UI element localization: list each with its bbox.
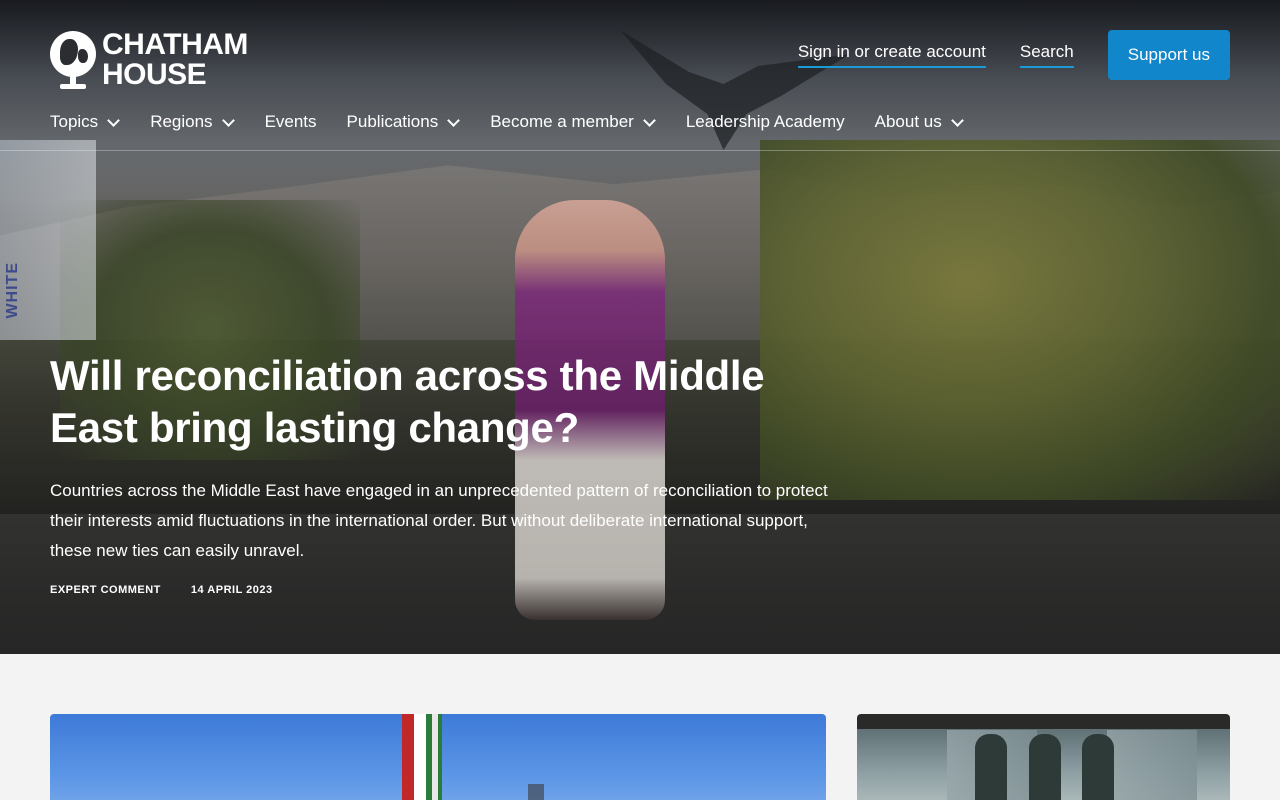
featured-card-image[interactable] bbox=[50, 714, 826, 800]
utility-nav: Sign in or create account Search Support… bbox=[797, 30, 1230, 80]
card-photo-statue bbox=[1082, 734, 1114, 800]
search-link[interactable]: Search bbox=[1019, 42, 1074, 68]
card-photo-streetlight bbox=[528, 784, 544, 800]
secondary-card-image[interactable] bbox=[857, 714, 1230, 800]
sign-in-link[interactable]: Sign in or create account bbox=[797, 42, 986, 68]
nav-item-label: Become a member bbox=[490, 112, 634, 131]
support-us-button[interactable]: Support us bbox=[1107, 30, 1230, 80]
content-type-label: EXPERT COMMENT bbox=[50, 584, 161, 596]
logo-line-2: HOUSE bbox=[102, 58, 207, 91]
publish-date: 14 APRIL 2023 bbox=[190, 584, 273, 596]
nav-item-topics[interactable]: Topics bbox=[50, 112, 120, 132]
chatham-house-logo[interactable]: CHATHAM HOUSE bbox=[50, 30, 248, 90]
nav-item-leadership-academy[interactable]: Leadership Academy bbox=[686, 112, 845, 132]
nav-item-become-a-member[interactable]: Become a member bbox=[490, 112, 656, 132]
chevron-down-icon bbox=[950, 115, 964, 129]
nav-item-label: Regions bbox=[150, 112, 213, 131]
hero-banner[interactable]: WHITE CHATHAM HOUSE Sign in or create ac… bbox=[0, 0, 1280, 654]
nav-item-label: Events bbox=[264, 112, 317, 131]
main-nav: Topics Regions Events Publications Becom… bbox=[50, 112, 964, 132]
logo-wordmark: CHATHAM HOUSE bbox=[102, 30, 248, 90]
nav-item-label: Topics bbox=[50, 112, 99, 131]
card-photo-statue bbox=[1029, 734, 1061, 800]
nav-item-label: About us bbox=[874, 112, 942, 131]
nav-item-about-us[interactable]: About us bbox=[875, 112, 964, 132]
hero-photo-trees-right bbox=[760, 140, 1280, 500]
nav-item-label: Publications bbox=[346, 112, 439, 131]
hero-summary: Countries across the Middle East have en… bbox=[50, 481, 828, 560]
nav-divider bbox=[0, 150, 1280, 151]
logo-line-1: CHATHAM bbox=[102, 28, 248, 61]
hero-meta: EXPERT COMMENT 14 APRIL 2023 bbox=[50, 584, 273, 596]
chevron-down-icon bbox=[106, 115, 120, 129]
nav-item-publications[interactable]: Publications bbox=[347, 112, 461, 132]
card-photo-statue bbox=[975, 734, 1007, 800]
nav-item-events[interactable]: Events bbox=[265, 112, 317, 132]
nav-item-label: Leadership Academy bbox=[685, 112, 845, 131]
globe-icon bbox=[50, 31, 96, 89]
card-photo-flagpole bbox=[432, 714, 438, 800]
nav-item-regions[interactable]: Regions bbox=[150, 112, 234, 132]
chevron-down-icon bbox=[221, 115, 235, 129]
hero-photo-sign-text: WHITE bbox=[4, 262, 21, 319]
chevron-down-icon bbox=[446, 115, 460, 129]
card-photo-window bbox=[1107, 730, 1197, 800]
chevron-down-icon bbox=[642, 115, 656, 129]
hero-title-link[interactable]: Will reconciliation across the Middle Ea… bbox=[50, 350, 810, 454]
